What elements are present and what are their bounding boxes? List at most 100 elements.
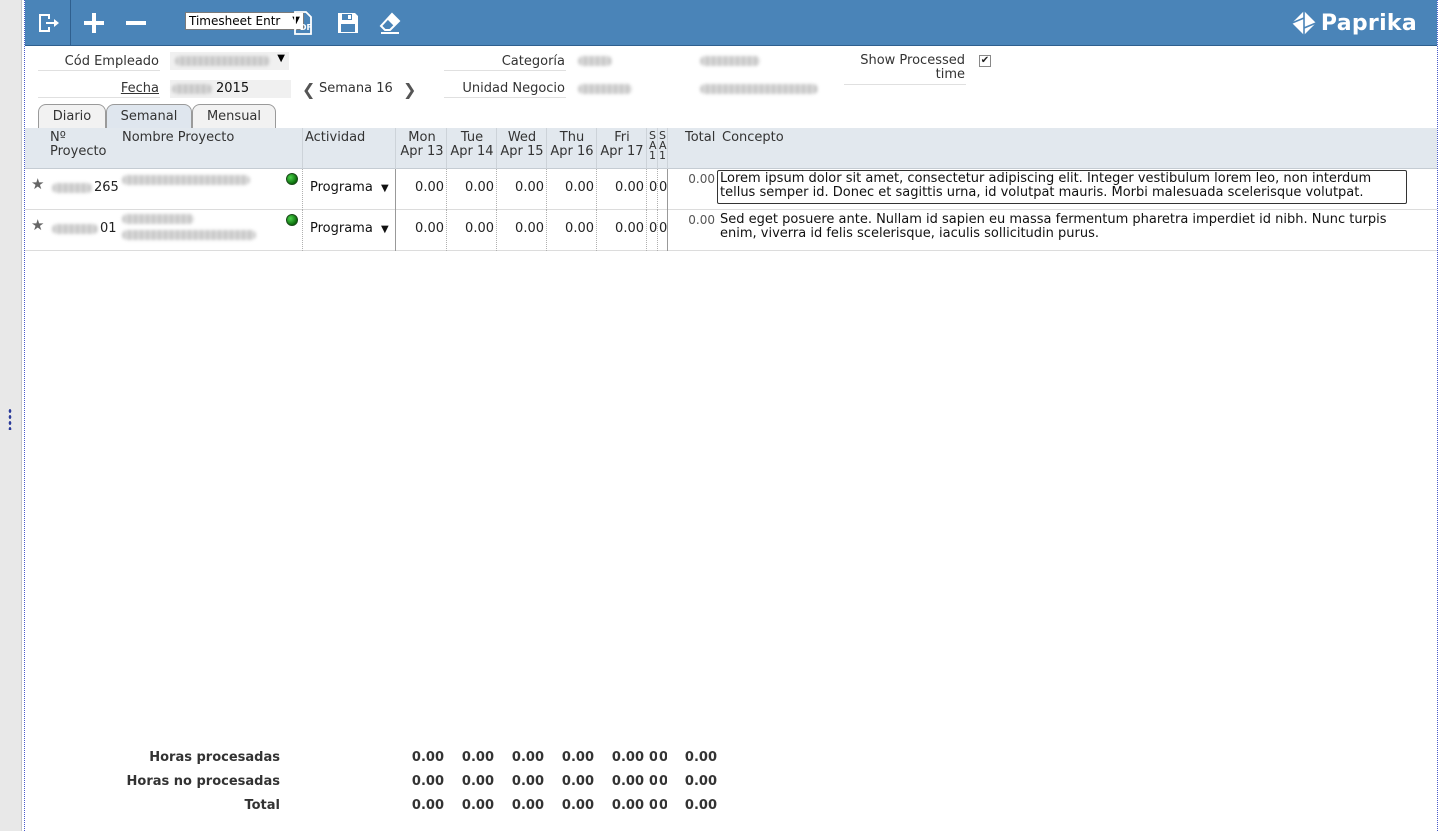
summary-value: 0.00	[561, 774, 594, 789]
show-processed-label: Show Processed time	[844, 54, 965, 82]
col-divider	[667, 128, 668, 169]
summary-label: Horas procesadas	[149, 750, 280, 765]
activity-value: Programa	[310, 221, 373, 236]
col-mon[interactable]: Mon Apr 13	[397, 131, 447, 159]
summary-value: 0.00	[411, 798, 444, 813]
project-no-suffix: 01	[100, 221, 117, 236]
project-name-redacted	[122, 214, 194, 224]
summary-value: 0.00	[611, 798, 644, 813]
col-thu-day: Thu	[559, 130, 585, 145]
concept-text[interactable]: Sed eget posuere ante. Nullam id sapien …	[720, 213, 1410, 241]
summary-value: 0	[659, 798, 667, 813]
col-wed-day: Wed	[507, 130, 537, 145]
col-thu[interactable]: Thu Apr 16	[547, 131, 597, 159]
divider	[38, 97, 160, 98]
hours-sun[interactable]: 0	[659, 221, 667, 236]
hours-wed[interactable]: 0.00	[497, 180, 544, 195]
date-label[interactable]: Fecha	[40, 81, 159, 96]
col-divider	[667, 169, 668, 210]
summary-value: 0.00	[561, 798, 594, 813]
next-week-icon[interactable]: ❯	[403, 80, 416, 99]
view-select[interactable]: Timesheet Entr ▼	[185, 12, 304, 30]
hours-wed[interactable]: 0.00	[497, 221, 544, 236]
col-tue-date: Apr 14	[450, 144, 494, 159]
prev-week-icon[interactable]: ❮	[302, 80, 315, 99]
col-concept[interactable]: Concepto	[722, 131, 784, 145]
col-project-no-line2: Proyecto	[50, 144, 107, 159]
activity-select[interactable]: Programa ▼	[310, 221, 389, 236]
favorite-star-icon[interactable]: ★	[31, 216, 44, 234]
week-label: Semana 16	[319, 81, 393, 96]
summary-total: 0.00	[684, 774, 717, 789]
summary-value: 0.00	[461, 750, 494, 765]
tab-diario[interactable]: Diario	[38, 104, 106, 128]
summary-value: 0.00	[461, 774, 494, 789]
eraser-icon[interactable]	[375, 8, 405, 38]
col-activity[interactable]: Actividad	[305, 131, 365, 145]
hours-mon[interactable]: 0.00	[397, 221, 444, 236]
employee-label: Cód Empleado	[64, 54, 159, 69]
col-sat[interactable]: S A 1	[649, 131, 657, 161]
col-project-no[interactable]: Nº Proyecto	[50, 131, 107, 159]
favorite-star-icon[interactable]: ★	[31, 175, 44, 193]
status-ok-icon	[286, 214, 298, 226]
table-row[interactable]: ★ 265 Programa ▼ 0.00 0.00 0.00 0.00 0.0…	[25, 169, 1437, 210]
status-ok-icon	[286, 173, 298, 185]
col-sun[interactable]: S A 1	[659, 131, 667, 161]
concept-textarea[interactable]: Lorem ipsum dolor sit amet, consectetur …	[717, 170, 1407, 204]
hours-tue[interactable]: 0.00	[447, 221, 494, 236]
col-divider	[646, 169, 647, 210]
hours-sun[interactable]: 0	[659, 180, 667, 195]
project-no-redacted	[52, 224, 98, 234]
col-divider	[657, 169, 658, 210]
col-divider	[395, 210, 396, 251]
employee-select[interactable]: ▼	[170, 52, 289, 70]
exit-icon[interactable]	[33, 8, 63, 38]
dropdown-arrow-icon: ▼	[277, 53, 285, 64]
divider	[444, 97, 566, 98]
dropdown-arrow-icon: ▼	[380, 183, 389, 194]
col-divider	[302, 128, 303, 169]
date-input[interactable]: 2015	[170, 80, 291, 98]
col-fri[interactable]: Fri Apr 17	[597, 131, 647, 159]
col-tue[interactable]: Tue Apr 14	[447, 131, 497, 159]
hours-thu[interactable]: 0.00	[547, 180, 594, 195]
left-collapse-bar[interactable]	[0, 0, 22, 831]
col-divider	[646, 210, 647, 251]
show-processed-line2: time	[935, 67, 965, 82]
col-wed[interactable]: Wed Apr 15	[497, 131, 547, 159]
paprika-logo-icon	[1291, 11, 1317, 35]
hours-sat[interactable]: 0	[649, 221, 657, 236]
summary-value: 0.00	[611, 774, 644, 789]
splitter-grip-icon[interactable]	[8, 408, 12, 430]
tab-mensual[interactable]: Mensual	[192, 104, 276, 128]
row-total: 0.00	[688, 213, 715, 227]
summary-value: 0.00	[461, 798, 494, 813]
remove-icon[interactable]	[121, 8, 151, 38]
category-label: Categoría	[501, 54, 565, 69]
col-project-name[interactable]: Nombre Proyecto	[122, 131, 234, 145]
pdf-icon[interactable]: PDF	[288, 8, 318, 38]
summary-label: Total	[244, 798, 280, 813]
summary-total: 0.00	[684, 798, 717, 813]
table-row[interactable]: ★ 01 Programa ▼ 0.00 0.00 0.00 0.00 0.00…	[25, 210, 1437, 251]
hours-sat[interactable]: 0	[649, 180, 657, 195]
hours-mon[interactable]: 0.00	[397, 180, 444, 195]
add-icon[interactable]	[79, 8, 109, 38]
activity-select[interactable]: Programa ▼	[310, 180, 389, 195]
project-no-redacted	[52, 183, 92, 193]
project-name-redacted	[122, 175, 250, 185]
hours-fri[interactable]: 0.00	[597, 180, 644, 195]
col-total[interactable]: Total	[685, 131, 715, 145]
divider	[38, 70, 160, 71]
show-processed-checkbox[interactable]: ✔	[979, 55, 991, 67]
hours-thu[interactable]: 0.00	[547, 221, 594, 236]
col-divider	[302, 169, 303, 210]
hours-tue[interactable]: 0.00	[447, 180, 494, 195]
col-wed-date: Apr 15	[500, 144, 544, 159]
tab-semanal[interactable]: Semanal	[106, 104, 192, 128]
hours-fri[interactable]: 0.00	[597, 221, 644, 236]
save-icon[interactable]	[333, 8, 363, 38]
view-select-value: Timesheet Entr	[189, 14, 281, 28]
summary-value: 0.00	[611, 750, 644, 765]
